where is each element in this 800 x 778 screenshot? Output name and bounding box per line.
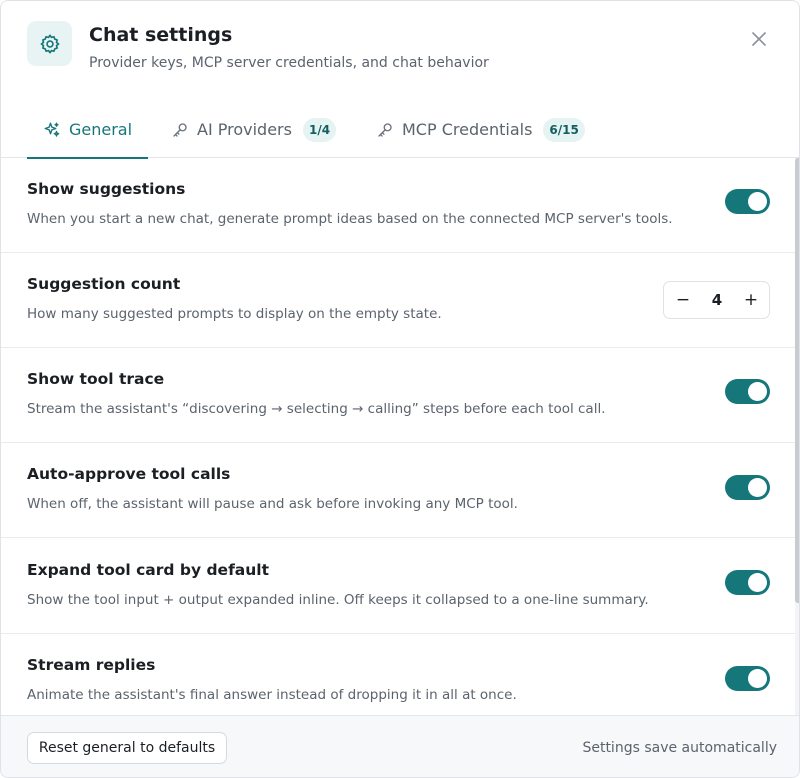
auto-approve-toggle[interactable] [725,475,770,500]
dialog-subtitle: Provider keys, MCP server credentials, a… [89,55,489,71]
close-icon [752,32,766,46]
setting-description: When you start a new chat, generate prom… [27,211,673,227]
reset-defaults-button[interactable]: Reset general to defaults [27,732,227,764]
dialog-title: Chat settings [89,24,233,46]
mcp-credentials-count-badge: 6/15 [543,117,585,142]
setting-title: Suggestion count [27,275,181,293]
increment-button[interactable]: + [734,282,768,318]
suggestion-count-stepper: − 4 + [663,281,770,319]
dialog-header: Chat settings Provider keys, MCP server … [1,1,799,93]
settings-scrollbar[interactable] [795,158,799,715]
stream-replies-toggle[interactable] [725,666,770,691]
setting-title: Show suggestions [27,180,186,198]
setting-description: Show the tool input + output expanded in… [27,592,649,608]
expand-tool-card-toggle[interactable] [725,570,770,595]
setting-description: How many suggested prompts to display on… [27,306,442,322]
tab-ai-providers-label: AI Providers [197,120,292,139]
show-suggestions-toggle[interactable] [725,189,770,214]
setting-title: Show tool trace [27,370,165,388]
scrollbar-thumb[interactable] [795,158,799,603]
close-button[interactable] [745,25,773,53]
setting-title: Auto-approve tool calls [27,465,231,483]
tab-bar: General AI Providers 1/4 MCP Credentials… [1,101,799,159]
tab-mcp-credentials-label: MCP Credentials [402,120,533,139]
gear-icon [27,21,72,66]
tab-ai-providers[interactable]: AI Providers 1/4 [171,101,337,158]
tab-mcp-credentials[interactable]: MCP Credentials 6/15 [376,101,585,158]
sparkles-icon [43,121,61,139]
dialog-footer: Reset general to defaults Settings save … [1,715,799,777]
setting-expand-tool-card: Expand tool card by default Show the too… [1,539,795,634]
setting-description: Animate the assistant's final answer ins… [27,687,517,703]
setting-title: Expand tool card by default [27,561,270,579]
toggle-knob [748,478,767,497]
key-icon [376,121,394,139]
autosave-status: Settings save automatically [582,740,777,756]
setting-stream-replies: Stream replies Animate the assistant's f… [1,634,795,715]
setting-description: Stream the assistant's “discovering → se… [27,401,606,417]
setting-title: Stream replies [27,656,156,674]
toggle-knob [748,573,767,592]
ai-providers-count-badge: 1/4 [302,117,337,142]
toggle-knob [748,382,767,401]
settings-list: Show suggestions When you start a new ch… [1,158,799,715]
key-icon [171,121,189,139]
tab-general[interactable]: General [27,101,149,159]
setting-description: When off, the assistant will pause and a… [27,496,518,512]
setting-show-tool-trace: Show tool trace Stream the assistant's “… [1,348,795,443]
toggle-knob [748,669,767,688]
setting-auto-approve-tool-calls: Auto-approve tool calls When off, the as… [1,443,795,538]
suggestion-count-value: 4 [711,291,723,309]
setting-show-suggestions: Show suggestions When you start a new ch… [1,158,795,253]
tab-general-label: General [69,120,133,139]
show-tool-trace-toggle[interactable] [725,379,770,404]
chat-settings-dialog: Chat settings Provider keys, MCP server … [0,0,800,778]
toggle-knob [748,192,767,211]
decrement-button[interactable]: − [666,282,700,318]
